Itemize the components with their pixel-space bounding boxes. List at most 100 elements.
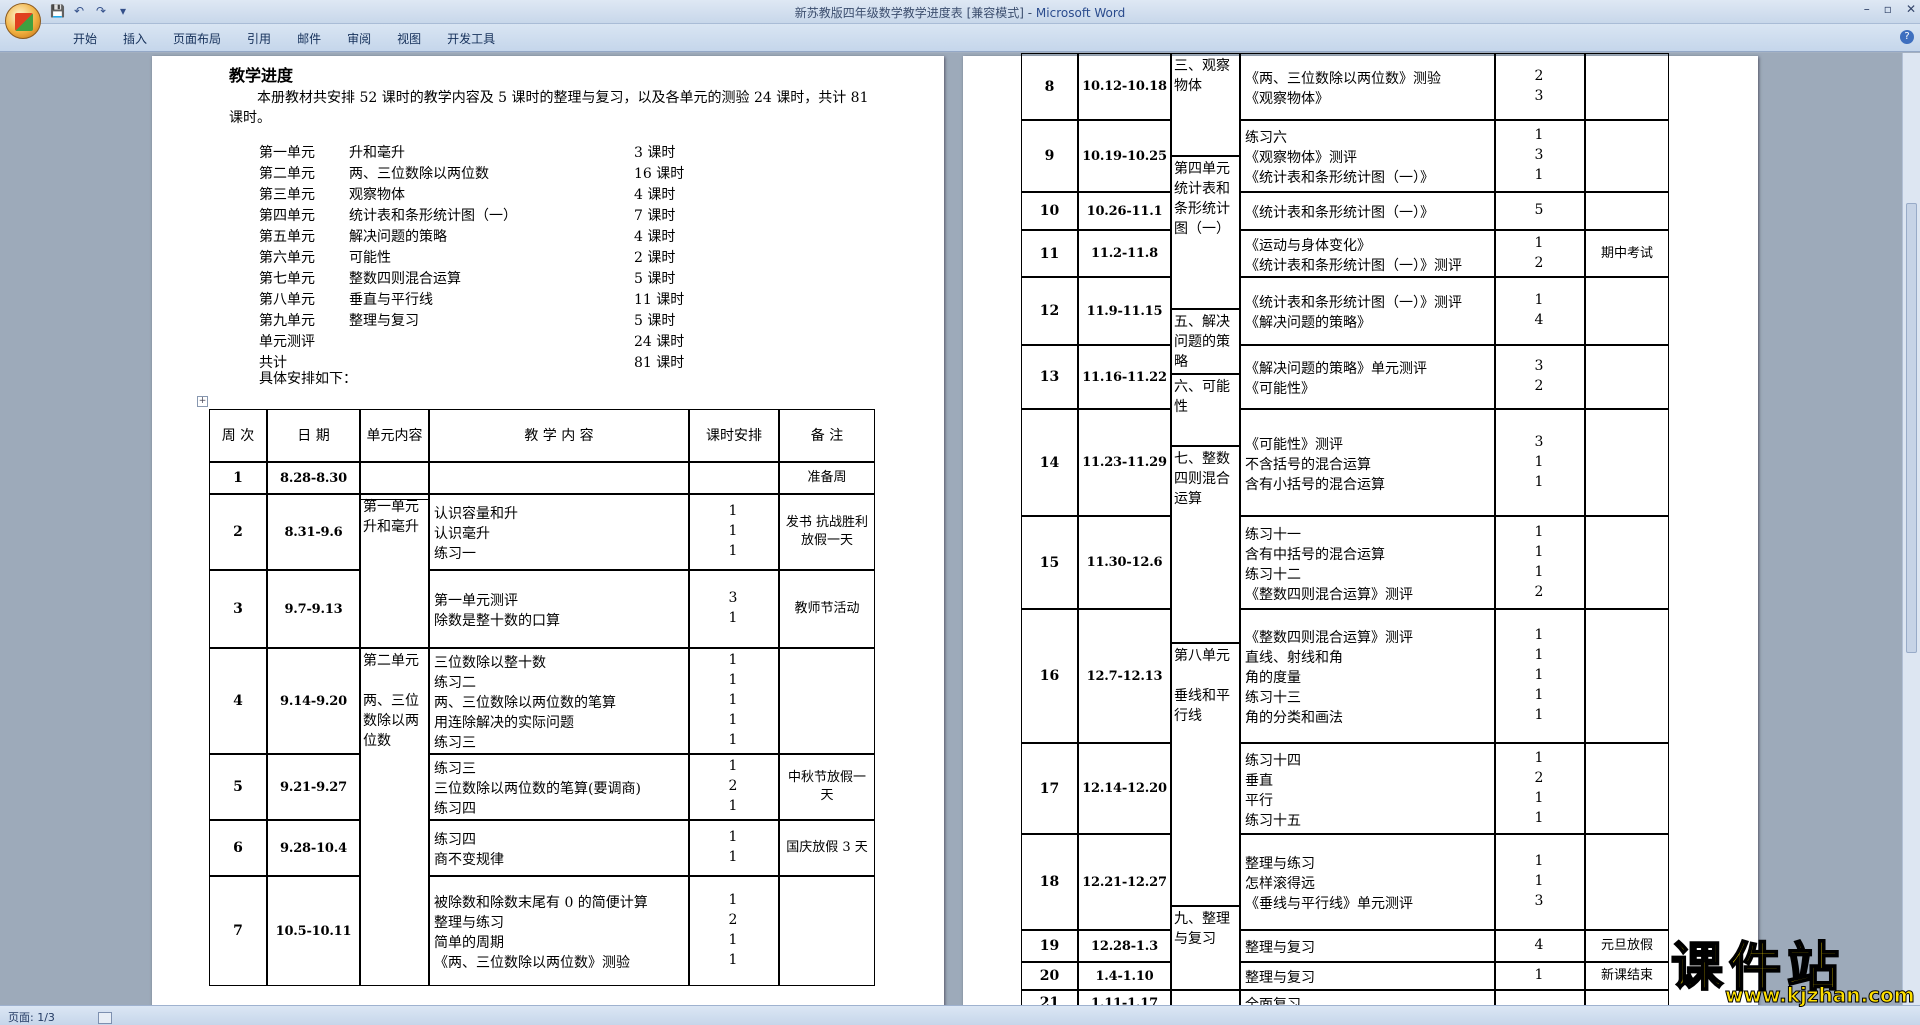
page-2: 8 10.12-10.18 《两、三位数除以两位数》测验 《观察物体》 2 3 9 10.19…	[963, 53, 1758, 1005]
date-cell: 10.26-11.1	[1078, 192, 1171, 230]
content-line: 整理与练习	[434, 915, 504, 931]
table-header-cell: 日 期	[267, 409, 360, 462]
content-line: 垂直	[1245, 772, 1273, 789]
week-cell: 5	[209, 754, 267, 820]
office-button[interactable]	[5, 3, 41, 39]
date-cell: 12.14-12.20	[1078, 743, 1171, 834]
content-cell: 整理与复习	[1240, 930, 1495, 962]
tab-home[interactable]: 开始	[60, 24, 110, 51]
schedule-intro: 具体安排如下：	[259, 371, 357, 387]
hours-line: 3	[1534, 147, 1544, 163]
date-cell: 12.21-12.27	[1078, 834, 1171, 930]
tab-mailings[interactable]: 邮件	[284, 24, 334, 51]
hours-line: 1	[728, 712, 738, 728]
date-cell: 1.11-1.17	[1078, 990, 1171, 1005]
content-line: 《统计表和条形统计图（一）》	[1245, 170, 1434, 186]
remark-cell	[1585, 743, 1669, 834]
hours-line: 1	[1534, 543, 1544, 560]
hours-line: 1	[1534, 873, 1544, 889]
unit-unit: 第八单元	[259, 292, 315, 308]
content-line: 三位数除以整十数	[434, 655, 546, 671]
hours-cell: 1 2 1 1	[689, 876, 779, 986]
content-line: 《可能性》	[1245, 381, 1315, 397]
page-heading: 教学进度	[229, 66, 294, 85]
content-cell: 《可能性》测评 不含括号的混合运算 含有小括号的混合运算	[1240, 409, 1495, 516]
proofing-icon[interactable]	[98, 1012, 113, 1024]
hours-cell: 1 1 1 1 1	[1495, 609, 1585, 743]
content-line: 《解决问题的策略》单元测评	[1245, 361, 1427, 377]
hours-line: 1	[1534, 853, 1544, 869]
hours-line: 1	[1534, 453, 1544, 470]
scrollbar-thumb[interactable]	[1906, 203, 1917, 653]
week-cell: 7	[209, 876, 267, 986]
hours-line: 1	[1534, 667, 1544, 683]
hours-line: 4	[1534, 937, 1544, 953]
page-count[interactable]: 页面: 1/3	[8, 1011, 55, 1024]
hours-line: 2	[1534, 254, 1544, 271]
date-cell: 11.16-11.22	[1078, 345, 1171, 409]
hours-cell	[689, 462, 779, 494]
tab-page-layout[interactable]: 页面布局	[160, 24, 234, 51]
content-line: 练习十一	[1245, 526, 1301, 543]
content-line: 除数是整十数的口算	[434, 613, 560, 629]
unit-name: 升和毫升	[349, 145, 405, 161]
tab-review[interactable]: 审阅	[334, 24, 384, 51]
unit-cell: 第一单元 升和毫升	[360, 494, 429, 648]
hours-line: 1	[1534, 789, 1544, 806]
tab-insert[interactable]: 插入	[110, 24, 160, 51]
intro-paragraph: 本册教材共安排 52 课时的教学内容及 5 课时的整理与复习，以及各单元的测验 …	[229, 90, 869, 126]
hours-line: 1	[1534, 127, 1544, 143]
hours-line: 1	[1534, 292, 1544, 308]
hours-line: 3	[1534, 893, 1544, 909]
hours-line: 2	[1534, 67, 1544, 84]
remark-cell: 准备周	[779, 462, 875, 494]
content-cell: 练习三 三位数除以两位数的笔算(要调商) 练习四	[429, 754, 689, 820]
table-move-handle-icon[interactable]: +	[197, 396, 208, 407]
hours-cell: 1 1 1 1 1	[689, 648, 779, 754]
unit-hours: 16 课时	[634, 166, 685, 182]
content-cell: 《统计表和条形统计图（一）》	[1240, 192, 1495, 230]
week-cell: 14	[1021, 409, 1078, 516]
content-line: 练习十三	[1245, 690, 1301, 706]
content-line: 认识毫升	[434, 526, 490, 542]
content-line: 《可能性》测评	[1245, 436, 1343, 453]
hours-line: 1	[728, 523, 738, 539]
unit-cell: 第八单元 垂线和平行线	[1171, 643, 1240, 906]
help-icon[interactable]: ?	[1900, 30, 1914, 44]
tab-references[interactable]: 引用	[234, 24, 284, 51]
unit-name: 两、三位数除以两位数	[349, 166, 489, 182]
page-1: 教学进度 本册教材共安排 52 课时的教学内容及 5 课时的整理与复习，以及各单…	[152, 56, 944, 1005]
hours-cell	[1495, 990, 1585, 1005]
content-cell: 被除数和除数末尾有 0 的简便计算 整理与练习 简单的周期 《两、三位数除以两位数》测…	[429, 876, 689, 986]
week-cell: 17	[1021, 743, 1078, 834]
week-cell: 10	[1021, 192, 1078, 230]
hours-line: 1	[1534, 687, 1544, 703]
content-line: 《两、三位数除以两位数》测验	[1245, 70, 1441, 87]
hours-line: 1	[1534, 523, 1544, 540]
unit-cell: 六、可能性	[1171, 374, 1240, 446]
tab-view[interactable]: 视图	[384, 24, 434, 51]
date-cell: 11.30-12.6	[1078, 516, 1171, 609]
content-line: 三位数除以两位数的笔算(要调商)	[434, 781, 641, 797]
content-cell	[429, 462, 689, 494]
maximize-button[interactable]: ▫	[1884, 2, 1892, 16]
hours-cell: 1 1 1	[689, 494, 779, 570]
content-cell: 《统计表和条形统计图（一）》测评 《解决问题的策略》	[1240, 277, 1495, 345]
remark-cell	[1585, 345, 1669, 409]
minimize-button[interactable]: –	[1864, 2, 1870, 16]
content-line: 《两、三位数除以两位数》测验	[434, 955, 630, 971]
tab-developer[interactable]: 开发工具	[434, 24, 508, 51]
app-name: Microsoft Word	[1035, 6, 1126, 20]
hours-line: 1	[1534, 707, 1544, 723]
content-line: 不含括号的混合运算	[1245, 456, 1371, 473]
hours-line: 1	[1534, 167, 1544, 183]
close-button[interactable]: ✕	[1906, 2, 1916, 16]
date-cell: 12.28-1.3	[1078, 930, 1171, 962]
date-cell: 10.19-10.25	[1078, 120, 1171, 192]
hours-line: 2	[1534, 769, 1544, 786]
content-line: 练习三	[434, 761, 476, 777]
unit-cell-empty	[360, 462, 429, 494]
window-controls: – ▫ ✕	[1864, 2, 1916, 16]
vertical-scrollbar[interactable]	[1902, 53, 1920, 1005]
unit-hours: 3 课时	[634, 145, 676, 161]
